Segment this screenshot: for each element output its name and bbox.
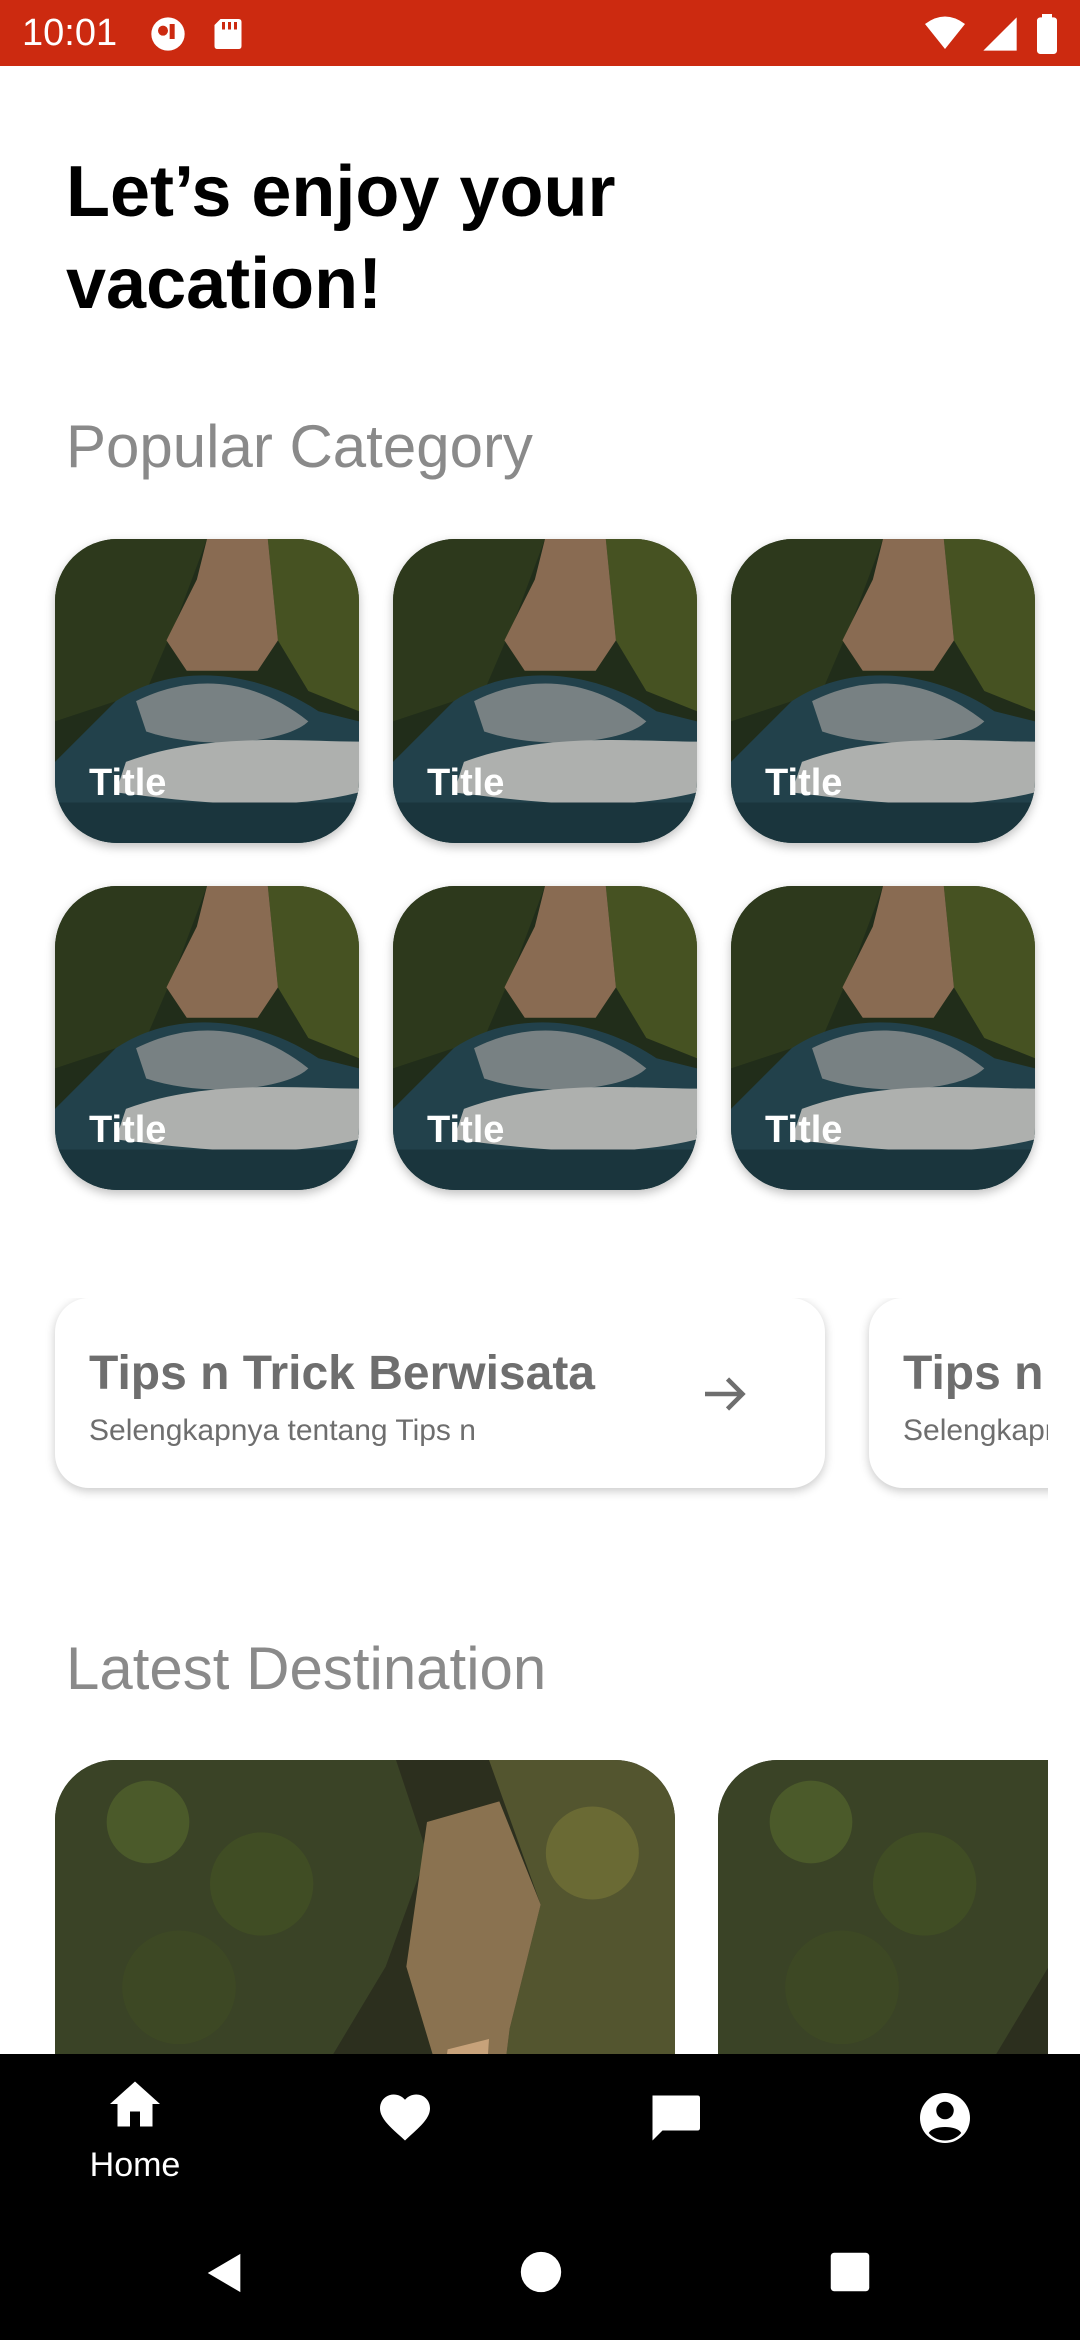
category-tile[interactable]: Title [393, 886, 697, 1190]
notification-dot-icon [151, 17, 185, 51]
home-icon [110, 2081, 160, 2127]
category-tile[interactable]: Title [731, 539, 1035, 843]
nav-item-favorites[interactable] [270, 2054, 540, 2204]
nav-item-messages[interactable] [540, 2054, 810, 2204]
category-tile[interactable]: Title [55, 886, 359, 1190]
nav-item-home[interactable]: Home [0, 2054, 270, 2204]
tip-card[interactable]: Tips n Trick Berwisata Selengkapnya tent… [869, 1298, 1048, 1488]
category-tile[interactable]: Title [393, 539, 697, 843]
battery-icon [1037, 14, 1057, 54]
home-circle-icon[interactable] [519, 2250, 563, 2294]
category-label: Title [89, 762, 167, 804]
arrow-right-icon[interactable] [695, 1364, 755, 1424]
destination-card[interactable] [55, 1760, 675, 2054]
popular-category-title: Popular Category [66, 413, 533, 480]
system-navigation-bar [0, 2204, 1080, 2340]
cellular-signal-icon [983, 17, 1017, 51]
chat-icon [652, 2095, 700, 2141]
category-label: Title [765, 762, 843, 804]
tip-title: Tips n Trick Berwisata [89, 1347, 595, 1400]
home-scroll-content[interactable]: Let’s enjoy your vacation! Popular Categ… [0, 66, 1080, 2054]
tips-carousel[interactable]: Tips n Trick Berwisata Selengkapnya tent… [0, 1298, 1048, 1518]
account-icon [920, 2093, 970, 2143]
category-label: Title [765, 1109, 843, 1151]
status-bar: 10:01 [0, 0, 1080, 66]
recents-icon[interactable] [829, 2251, 871, 2293]
greeting-heading: Let’s enjoy your vacation! [66, 152, 616, 324]
nav-label-home: Home [89, 2146, 181, 2184]
heart-icon [380, 2094, 430, 2141]
destination-card[interactable] [718, 1760, 1048, 2054]
status-left-icons [148, 14, 246, 54]
tip-title: Tips n Trick Berwisata [903, 1347, 1048, 1400]
back-icon[interactable] [202, 2250, 248, 2296]
sd-card-icon [214, 19, 242, 49]
status-time: 10:01 [22, 12, 118, 54]
tip-card[interactable]: Tips n Trick Berwisata Selengkapnya tent… [55, 1298, 825, 1488]
destination-image [55, 1760, 675, 2054]
category-label: Title [427, 762, 505, 804]
category-label: Title [427, 1109, 505, 1151]
category-label: Title [89, 1109, 167, 1151]
bottom-navigation: Home [0, 2054, 1080, 2204]
tip-subtitle: Selengkapnya tentang Tips n [89, 1414, 476, 1447]
tip-subtitle: Selengkapnya tentang Tips n [903, 1414, 1048, 1447]
wifi-icon [925, 16, 965, 49]
category-tile[interactable]: Title [55, 539, 359, 843]
destination-carousel[interactable] [0, 1760, 1048, 2054]
nav-item-profile[interactable] [810, 2054, 1080, 2204]
destination-image [718, 1760, 1048, 2054]
status-right-icons [924, 14, 1060, 54]
latest-destination-title: Latest Destination [66, 1635, 547, 1702]
category-tile[interactable]: Title [731, 886, 1035, 1190]
